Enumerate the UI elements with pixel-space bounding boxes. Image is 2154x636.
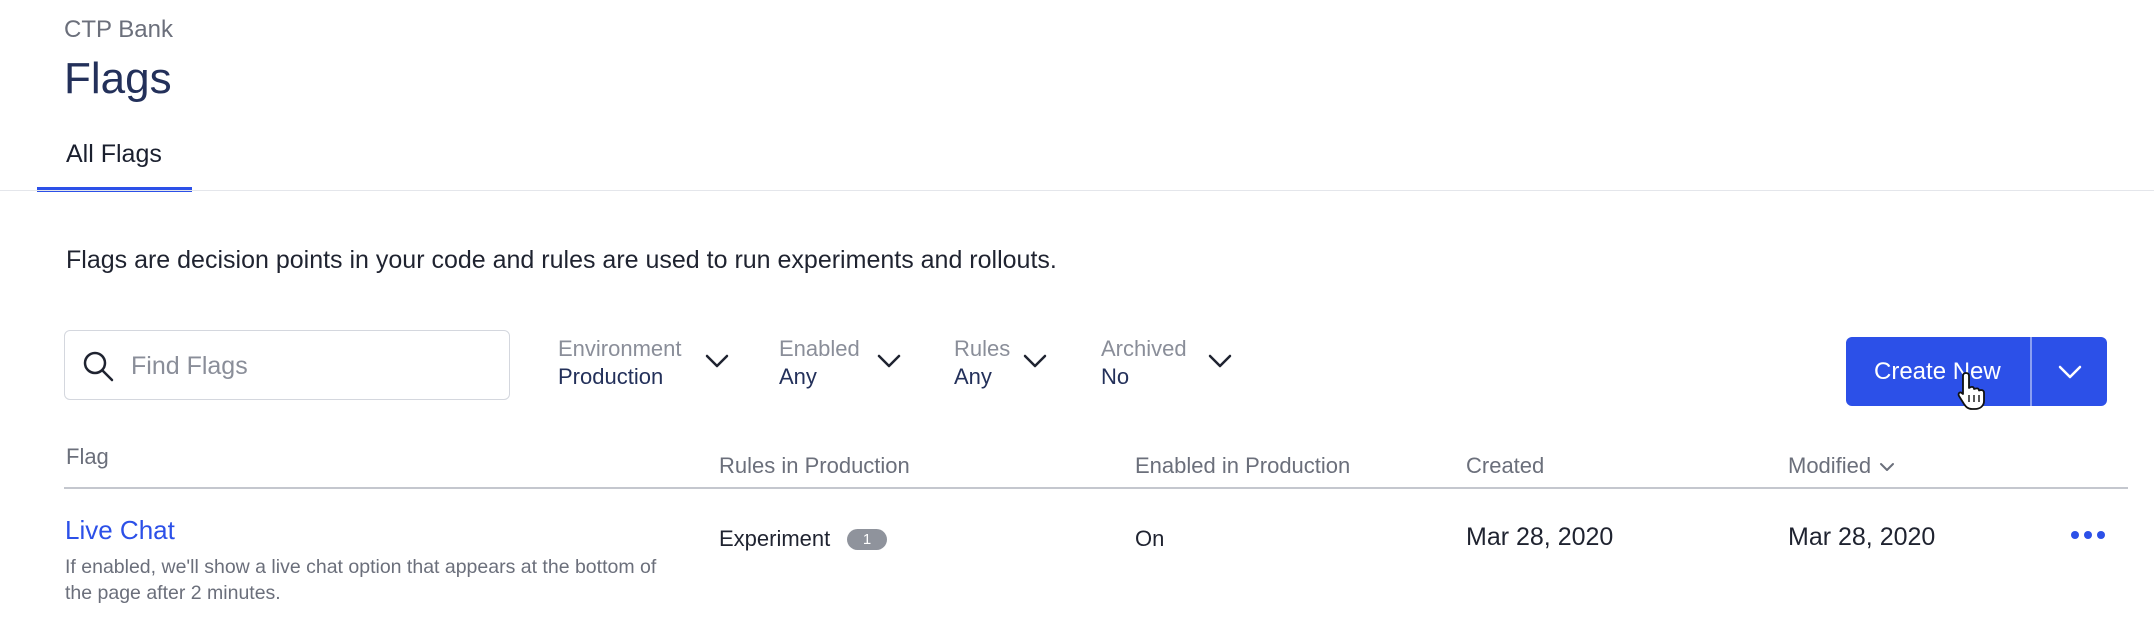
enabled-status: On [1135,526,1165,551]
filter-enabled[interactable]: Enabled Any [779,336,905,392]
chevron-down-icon [1207,352,1233,370]
chevron-down-icon [876,352,902,370]
column-header-modified[interactable]: Modified [1788,453,1895,479]
search-icon [81,349,115,383]
created-date: Mar 28, 2020 [1466,523,1614,551]
hand-pointer-icon [1956,371,1988,411]
chevron-down-icon [1022,352,1048,370]
filter-archived[interactable]: Archived No [1101,336,1237,392]
rule-type: Experiment [719,526,831,551]
modified-date: Mar 28, 2020 [1788,523,1936,551]
filter-environment[interactable]: Environment Production [558,336,730,392]
column-header-flag: Flag [66,444,109,469]
filter-enabled-label: Enabled [779,336,860,361]
create-new-button[interactable]: Create New [1846,337,2030,406]
table-row: Live Chat If enabled, we'll show a live … [0,490,2154,636]
flag-name-link[interactable]: Live Chat [65,515,175,546]
page-description: Flags are decision points in your code a… [66,246,1057,274]
project-name: CTP Bank [64,16,173,43]
page-title: Flags [64,54,172,103]
tab-all-flags[interactable]: All Flags [37,140,192,192]
search-input[interactable] [129,331,493,401]
filter-rules-value: Any [954,364,992,389]
column-header-created: Created [1466,453,1545,478]
sort-chevron-icon [1880,463,1895,472]
tab-label: All Flags [66,140,162,168]
filter-archived-label: Archived [1101,336,1187,361]
filter-archived-value: No [1101,364,1130,389]
create-new-dropdown-button[interactable] [2032,337,2107,406]
flag-description: If enabled, we'll show a live chat optio… [65,556,657,604]
search-box [64,330,510,401]
column-header-modified-label: Modified [1788,453,1872,478]
rule-count-badge: 1 [847,529,887,550]
more-horizontal-icon[interactable] [2068,520,2108,550]
tab-divider [0,190,2154,191]
filter-environment-value: Production [558,364,664,389]
filter-environment-label: Environment [558,336,682,361]
table-header-divider [64,487,2128,489]
column-header-enabled: Enabled in Production [1135,453,1351,478]
chevron-down-icon [704,352,730,370]
column-header-rules: Rules in Production [719,453,910,478]
chevron-down-icon [2058,365,2082,379]
filter-rules-label: Rules [954,336,1011,361]
filter-enabled-value: Any [779,364,817,389]
filter-rules[interactable]: Rules Any [954,336,1058,392]
